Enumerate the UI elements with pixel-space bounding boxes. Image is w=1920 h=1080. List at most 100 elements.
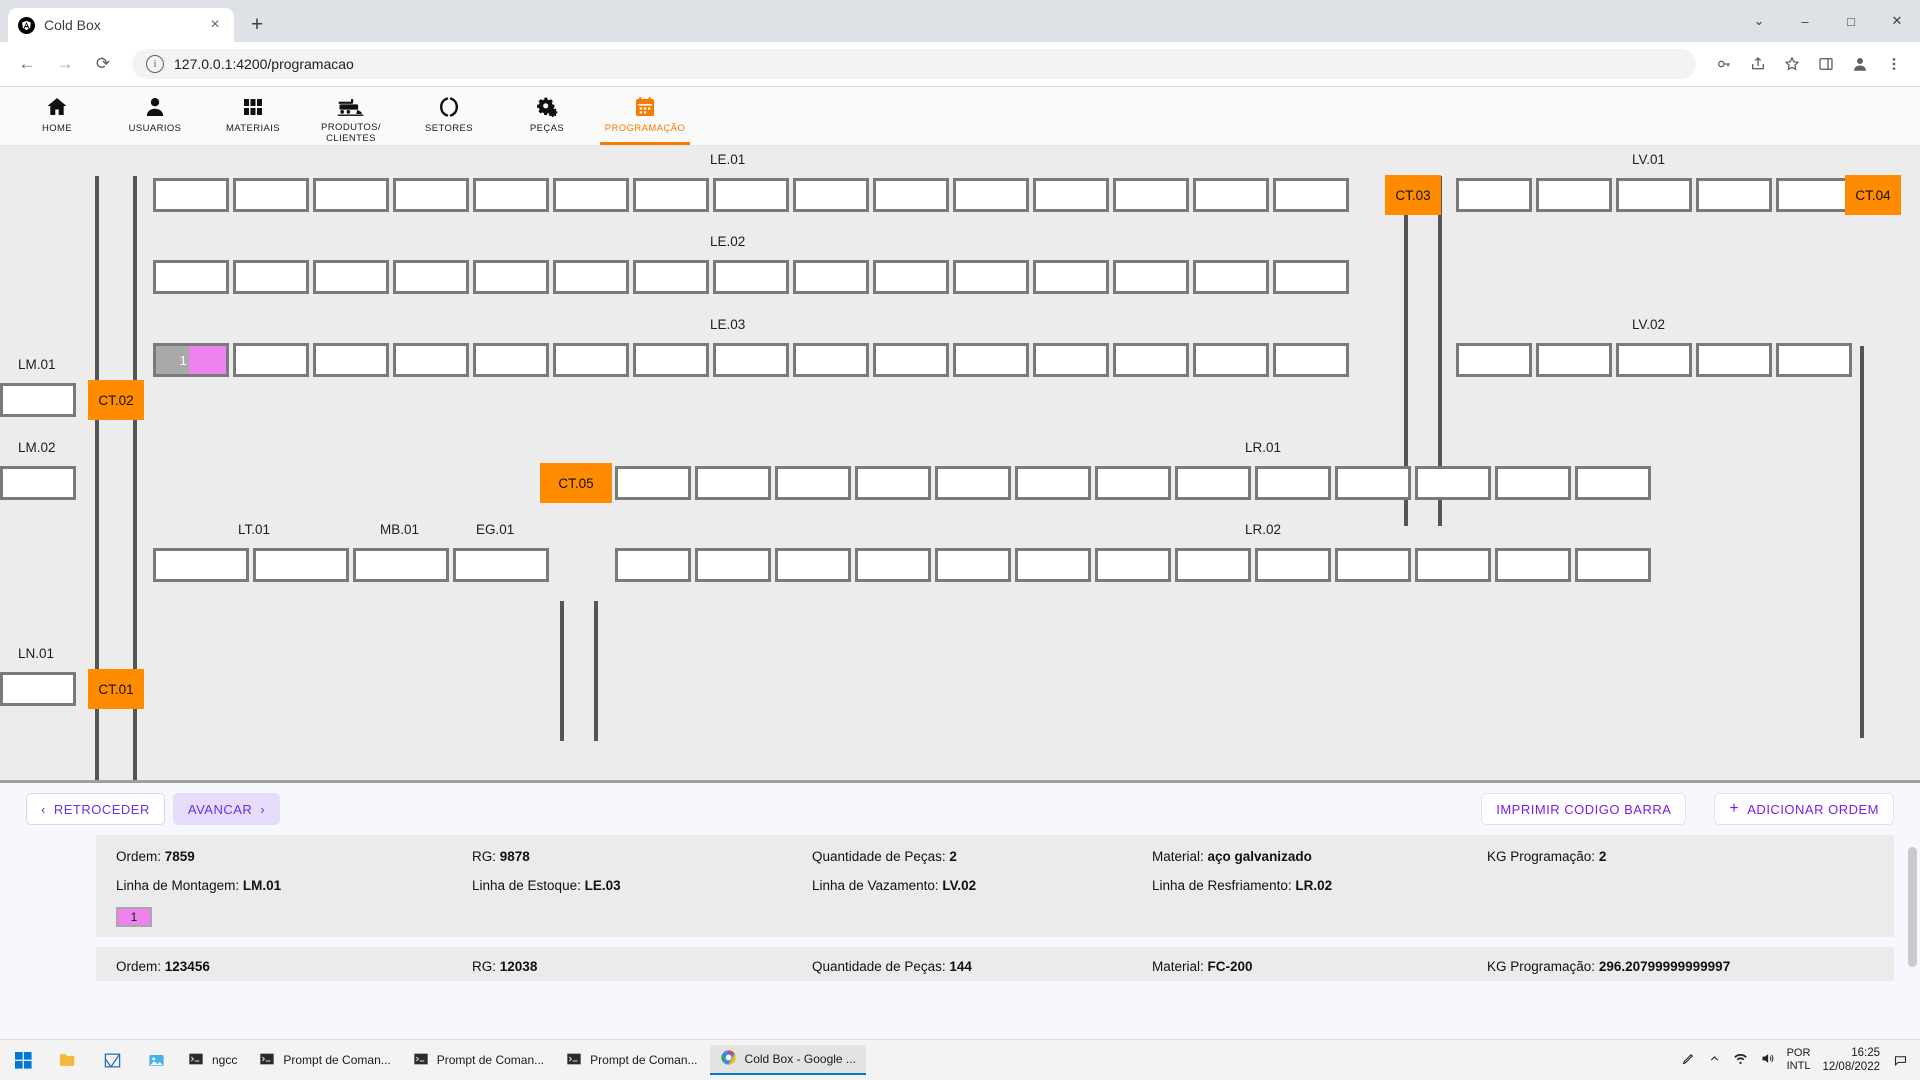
- taskbar-window-ngcc[interactable]: ngcc: [178, 1045, 247, 1075]
- track-cell[interactable]: [153, 260, 229, 294]
- track-cell[interactable]: [1696, 178, 1772, 212]
- track-cell[interactable]: [633, 260, 709, 294]
- taskbar-window-prompt-1[interactable]: Prompt de Coman...: [249, 1045, 400, 1075]
- track-cell[interactable]: [1776, 178, 1852, 212]
- folder-icon[interactable]: [46, 1040, 90, 1080]
- track-cell[interactable]: [313, 343, 389, 377]
- avancar-button[interactable]: AVANCAR ›: [172, 793, 281, 825]
- track-cell[interactable]: [713, 260, 789, 294]
- clock[interactable]: 16:25 12/08/2022: [1822, 1046, 1880, 1075]
- station-ct03[interactable]: CT.03: [1385, 175, 1441, 215]
- imprimir-codigo-barra-button[interactable]: IMPRIMIR CODIGO BARRA: [1481, 793, 1687, 825]
- taskbar-window-prompt-2[interactable]: Prompt de Coman...: [403, 1045, 554, 1075]
- track-cell[interactable]: [695, 466, 771, 500]
- track-cell[interactable]: [1415, 466, 1491, 500]
- photos-icon[interactable]: [134, 1040, 178, 1080]
- track-cell[interactable]: [1536, 178, 1612, 212]
- track-cell[interactable]: [1415, 548, 1491, 582]
- network-icon[interactable]: [1733, 1051, 1748, 1069]
- volume-icon[interactable]: [1760, 1051, 1775, 1069]
- track-cell[interactable]: [1193, 178, 1269, 212]
- vertical-scrollbar[interactable]: [1908, 847, 1917, 967]
- track-cell[interactable]: [253, 548, 349, 582]
- track-cell[interactable]: [313, 260, 389, 294]
- track-cell[interactable]: [1495, 548, 1571, 582]
- track-cell[interactable]: [233, 260, 309, 294]
- track-cell[interactable]: [153, 548, 249, 582]
- taskbar-window-prompt-3[interactable]: Prompt de Coman...: [556, 1045, 707, 1075]
- order-card[interactable]: Ordem: 7859 RG: 9878 Quantidade de Peças…: [96, 835, 1894, 937]
- kebab-menu-icon[interactable]: [1878, 48, 1910, 80]
- track-cell[interactable]: [633, 178, 709, 212]
- track-cell[interactable]: [855, 548, 931, 582]
- track-cell[interactable]: [793, 260, 869, 294]
- track-cell[interactable]: [713, 343, 789, 377]
- minimize-button[interactable]: –: [1782, 0, 1828, 42]
- address-bar[interactable]: i 127.0.0.1:4200/programacao: [132, 49, 1696, 79]
- track-cell[interactable]: [393, 260, 469, 294]
- nav-item-usuarios[interactable]: USUARIOS: [106, 87, 204, 145]
- app-icon[interactable]: [90, 1040, 134, 1080]
- track-cell[interactable]: [1456, 178, 1532, 212]
- track-cell[interactable]: [1273, 178, 1349, 212]
- track-cell[interactable]: [153, 178, 229, 212]
- nav-item-materiais[interactable]: MATERIAIS: [204, 87, 302, 145]
- language-indicator[interactable]: POR INTL: [1787, 1047, 1811, 1073]
- new-tab-button[interactable]: +: [240, 8, 274, 42]
- track-cell[interactable]: [393, 343, 469, 377]
- track-cell[interactable]: [1095, 466, 1171, 500]
- track-cell[interactable]: [1033, 343, 1109, 377]
- track-cell[interactable]: [353, 548, 449, 582]
- track-cell[interactable]: [1193, 343, 1269, 377]
- station-ct05[interactable]: CT.05: [540, 463, 612, 503]
- adicionar-ordem-button[interactable]: + ADICIONAR ORDEM: [1714, 793, 1894, 825]
- back-icon[interactable]: ←: [10, 47, 44, 81]
- retroceder-button[interactable]: ‹ RETROCEDER: [26, 793, 165, 825]
- track-cell[interactable]: [1575, 466, 1651, 500]
- track-cell[interactable]: [1335, 548, 1411, 582]
- taskbar-window-coldbox[interactable]: Cold Box - Google ...: [709, 1045, 866, 1075]
- track-cell[interactable]: [1575, 548, 1651, 582]
- track-cell[interactable]: [313, 178, 389, 212]
- order-card[interactable]: Ordem: 123456 RG: 12038 Quantidade de Pe…: [96, 947, 1894, 981]
- track-cell[interactable]: [775, 548, 851, 582]
- track-cell[interactable]: [1033, 178, 1109, 212]
- track-cell[interactable]: [393, 178, 469, 212]
- nav-item-produtos-clientes[interactable]: PRODUTOS/ CLIENTES: [302, 87, 400, 145]
- track-cell[interactable]: [935, 548, 1011, 582]
- track-cell[interactable]: [473, 260, 549, 294]
- track-cell[interactable]: [453, 548, 549, 582]
- track-cell[interactable]: [1015, 548, 1091, 582]
- track-cell[interactable]: [953, 343, 1029, 377]
- track-cell[interactable]: [1495, 466, 1571, 500]
- track-cell[interactable]: [473, 343, 549, 377]
- track-cell[interactable]: [1273, 343, 1349, 377]
- close-icon[interactable]: ×: [206, 16, 224, 34]
- track-cell[interactable]: [855, 466, 931, 500]
- pen-icon[interactable]: [1681, 1051, 1696, 1069]
- track-cell[interactable]: [793, 343, 869, 377]
- track-cell[interactable]: [1776, 343, 1852, 377]
- track-cell[interactable]: [1015, 466, 1091, 500]
- browser-tab[interactable]: Cold Box ×: [8, 8, 234, 42]
- nav-item-setores[interactable]: SETORES: [400, 87, 498, 145]
- track-cell[interactable]: [1255, 548, 1331, 582]
- track-cell[interactable]: [873, 343, 949, 377]
- station-ct04[interactable]: CT.04: [1845, 175, 1901, 215]
- station-ct01[interactable]: CT.01: [88, 669, 144, 709]
- key-icon[interactable]: [1708, 48, 1740, 80]
- track-cell[interactable]: [1113, 178, 1189, 212]
- track-cell[interactable]: [1335, 466, 1411, 500]
- cell-lm01[interactable]: [0, 383, 76, 417]
- track-cell[interactable]: [233, 343, 309, 377]
- track-cell[interactable]: [633, 343, 709, 377]
- track-cell[interactable]: [1095, 548, 1171, 582]
- profile-icon[interactable]: [1844, 48, 1876, 80]
- track-cell[interactable]: [953, 260, 1029, 294]
- track-cell[interactable]: [553, 343, 629, 377]
- track-cell[interactable]: [553, 178, 629, 212]
- track-cell[interactable]: [615, 466, 691, 500]
- track-cell[interactable]: [1113, 260, 1189, 294]
- track-cell[interactable]: [713, 178, 789, 212]
- track-cell[interactable]: [793, 178, 869, 212]
